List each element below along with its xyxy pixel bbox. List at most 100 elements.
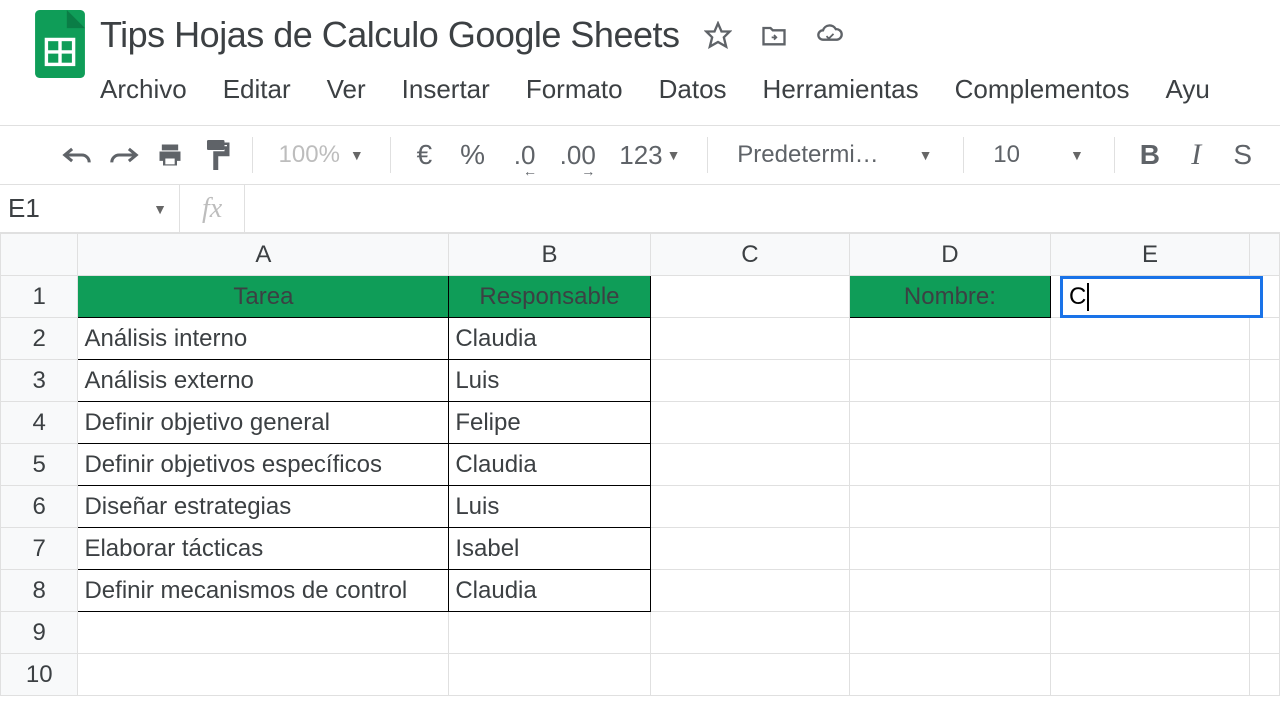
- move-folder-icon[interactable]: [760, 21, 788, 49]
- menu-format[interactable]: Formato: [508, 68, 641, 111]
- cell[interactable]: [650, 402, 849, 444]
- cell[interactable]: [850, 612, 1051, 654]
- cell[interactable]: [449, 612, 650, 654]
- row-header[interactable]: 6: [1, 486, 78, 528]
- menu-data[interactable]: Datos: [641, 68, 745, 111]
- cell[interactable]: Claudia: [449, 318, 650, 360]
- redo-button[interactable]: [106, 133, 140, 177]
- strikethrough-button[interactable]: S: [1226, 133, 1260, 177]
- star-icon[interactable]: [704, 21, 732, 49]
- menu-tools[interactable]: Herramientas: [745, 68, 937, 111]
- percent-button[interactable]: %: [452, 139, 493, 171]
- cloud-status-icon[interactable]: [816, 21, 844, 49]
- menu-addons[interactable]: Complementos: [937, 68, 1148, 111]
- cell[interactable]: [1050, 570, 1249, 612]
- cell[interactable]: Felipe: [449, 402, 650, 444]
- row-header[interactable]: 8: [1, 570, 78, 612]
- cell[interactable]: Luis: [449, 360, 650, 402]
- cell[interactable]: [650, 654, 849, 696]
- cell[interactable]: [850, 528, 1051, 570]
- cell[interactable]: [850, 318, 1051, 360]
- menu-insert[interactable]: Insertar: [384, 68, 508, 111]
- currency-button[interactable]: €: [409, 139, 441, 171]
- column-header[interactable]: D: [850, 234, 1051, 276]
- cell[interactable]: [1050, 612, 1249, 654]
- cell[interactable]: Tarea: [78, 276, 449, 318]
- cell[interactable]: Definir objetivos específicos: [78, 444, 449, 486]
- cell[interactable]: [850, 570, 1051, 612]
- cell[interactable]: [650, 486, 849, 528]
- cell[interactable]: [1050, 486, 1249, 528]
- column-header[interactable]: [1250, 234, 1280, 276]
- cell[interactable]: [650, 570, 849, 612]
- cell[interactable]: [650, 612, 849, 654]
- column-header[interactable]: A: [78, 234, 449, 276]
- menu-help[interactable]: Ayu: [1147, 68, 1227, 111]
- row-header[interactable]: 4: [1, 402, 78, 444]
- cell[interactable]: [650, 360, 849, 402]
- row-header[interactable]: 9: [1, 612, 78, 654]
- cell[interactable]: [449, 654, 650, 696]
- cell[interactable]: [650, 318, 849, 360]
- cell[interactable]: [650, 444, 849, 486]
- cell[interactable]: [1250, 486, 1280, 528]
- row-header[interactable]: 5: [1, 444, 78, 486]
- cell[interactable]: Definir mecanismos de control: [78, 570, 449, 612]
- decrease-decimal-button[interactable]: .0←: [505, 133, 544, 177]
- menu-edit[interactable]: Editar: [205, 68, 309, 111]
- row-header[interactable]: 7: [1, 528, 78, 570]
- font-family-select[interactable]: Predetermi…▼: [725, 141, 944, 169]
- paint-format-button[interactable]: [199, 133, 233, 177]
- row-header[interactable]: 1: [1, 276, 78, 318]
- cell[interactable]: [1250, 360, 1280, 402]
- cell[interactable]: [1250, 528, 1280, 570]
- bold-button[interactable]: B: [1133, 133, 1167, 177]
- increase-decimal-button[interactable]: .00→: [556, 133, 599, 177]
- cell[interactable]: Diseñar estrategias: [78, 486, 449, 528]
- active-cell-editor[interactable]: C: [1060, 276, 1263, 318]
- cell[interactable]: [650, 528, 849, 570]
- cell[interactable]: [1050, 402, 1249, 444]
- cell[interactable]: [1250, 570, 1280, 612]
- select-all-corner[interactable]: [1, 234, 78, 276]
- row-header[interactable]: 10: [1, 654, 78, 696]
- row-header[interactable]: 3: [1, 360, 78, 402]
- cell[interactable]: [850, 402, 1051, 444]
- cell[interactable]: Análisis externo: [78, 360, 449, 402]
- cell[interactable]: [78, 612, 449, 654]
- cell[interactable]: Claudia: [449, 570, 650, 612]
- cell[interactable]: [850, 360, 1051, 402]
- font-size-select[interactable]: 10▼: [981, 141, 1096, 169]
- cell[interactable]: Responsable: [449, 276, 650, 318]
- menu-file[interactable]: Archivo: [100, 68, 205, 111]
- cell-reference[interactable]: E1▼: [0, 185, 180, 232]
- cell[interactable]: [1050, 528, 1249, 570]
- column-header[interactable]: B: [449, 234, 650, 276]
- cell[interactable]: Elaborar tácticas: [78, 528, 449, 570]
- cell[interactable]: [650, 276, 849, 318]
- cell[interactable]: [1250, 444, 1280, 486]
- cell[interactable]: [850, 486, 1051, 528]
- cell[interactable]: Claudia: [449, 444, 650, 486]
- formula-input[interactable]: [245, 185, 1280, 232]
- number-format-button[interactable]: 123▼: [611, 140, 688, 171]
- column-header[interactable]: E: [1050, 234, 1249, 276]
- cell[interactable]: [1050, 444, 1249, 486]
- cell[interactable]: [1050, 360, 1249, 402]
- cell[interactable]: [1050, 318, 1249, 360]
- cell[interactable]: Definir objetivo general: [78, 402, 449, 444]
- cell[interactable]: [1250, 654, 1280, 696]
- cell[interactable]: Luis: [449, 486, 650, 528]
- row-header[interactable]: 2: [1, 318, 78, 360]
- cell[interactable]: [1250, 318, 1280, 360]
- cell[interactable]: Análisis interno: [78, 318, 449, 360]
- sheets-logo[interactable]: [32, 8, 88, 80]
- cell[interactable]: [1050, 654, 1249, 696]
- column-header[interactable]: C: [650, 234, 849, 276]
- cell[interactable]: [78, 654, 449, 696]
- cell[interactable]: Nombre:: [850, 276, 1051, 318]
- italic-button[interactable]: I: [1179, 133, 1213, 177]
- spreadsheet-grid[interactable]: A B C D E 1 Tarea Responsable Nombre: 2 …: [0, 233, 1280, 696]
- cell[interactable]: Isabel: [449, 528, 650, 570]
- cell[interactable]: [1250, 402, 1280, 444]
